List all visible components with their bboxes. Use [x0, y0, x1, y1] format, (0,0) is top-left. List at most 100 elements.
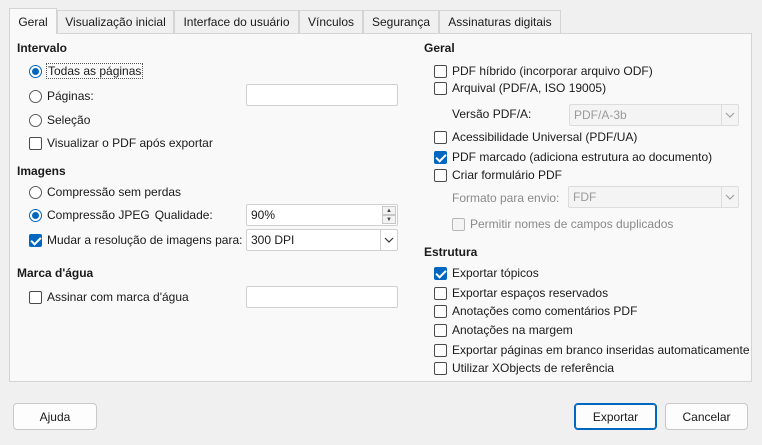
qualidade-label: Qualidade:: [154, 208, 213, 222]
formato-envio-text: Formato para envio:: [452, 191, 560, 205]
checkbox-label: Utilizar XObjects de referência: [452, 361, 615, 375]
formato-envio-label: Formato para envio:: [452, 189, 559, 207]
chevron-down-icon[interactable]: [721, 187, 738, 207]
radio-control[interactable]: [29, 208, 42, 222]
radio-control[interactable]: [29, 185, 42, 199]
intervalo-heading: Intervalo: [17, 41, 68, 55]
checkbox-control[interactable]: [434, 304, 447, 318]
tab-vinculos[interactable]: Vínculos: [299, 10, 363, 33]
radio-control[interactable]: [29, 89, 42, 103]
checkbox-label: Anotações como comentários PDF: [452, 304, 638, 318]
checkbox-label: PDF marcado (adiciona estrutura ao docum…: [452, 150, 713, 164]
checkbox-label: Exportar páginas em branco inseridas aut…: [452, 343, 750, 357]
versao-pdfa-label: Versão PDF/A:: [452, 105, 531, 123]
checkbox-control[interactable]: [434, 266, 447, 280]
marca-dagua-input[interactable]: [246, 286, 398, 308]
checkbox-label: Arquival (PDF/A, ISO 19005): [452, 81, 607, 95]
radio-selecao[interactable]: Seleção: [29, 111, 90, 129]
checkbox-label: Visualizar o PDF após exportar: [47, 136, 213, 150]
radio-control[interactable]: [29, 64, 42, 78]
tab-interface-usuario[interactable]: Interface do usuário: [174, 10, 299, 33]
checkbox-pdf-marcado[interactable]: PDF marcado (adiciona estrutura ao docum…: [434, 148, 712, 166]
checkbox-control[interactable]: [434, 361, 447, 375]
estrutura-heading: Estrutura: [424, 245, 478, 259]
checkbox-label: PDF híbrido (incorporar arquivo ODF): [452, 64, 653, 78]
chevron-down-icon[interactable]: [721, 105, 738, 125]
formato-envio-value: FDF: [573, 190, 597, 204]
radio-todas-paginas[interactable]: Todas as páginas: [29, 62, 144, 80]
tab-label: Segurança: [371, 15, 431, 29]
checkbox-arquival[interactable]: Arquival (PDF/A, ISO 19005): [434, 79, 606, 97]
spin-up-icon[interactable]: ▲: [382, 206, 396, 215]
spin-buttons: ▲ ▼: [382, 206, 396, 224]
checkbox-label: Acessibilidade Universal (PDF/UA): [452, 130, 638, 144]
formato-envio-combobox[interactable]: FDF: [568, 186, 739, 208]
paginas-input[interactable]: [246, 84, 398, 106]
checkbox-label: Mudar a resolução de imagens para:: [47, 233, 243, 247]
button-label: Ajuda: [39, 409, 71, 424]
checkbox-pdf-hibrido[interactable]: PDF híbrido (incorporar arquivo ODF): [434, 62, 653, 80]
radio-label: Todas as páginas: [45, 63, 144, 79]
checkbox-anotacoes-margem[interactable]: Anotações na margem: [434, 321, 573, 339]
checkbox-control[interactable]: [434, 168, 447, 182]
radio-compressao-sem-perdas[interactable]: Compressão sem perdas: [29, 183, 181, 201]
checkbox-espacos-reservados[interactable]: Exportar espaços reservados: [434, 284, 608, 302]
versao-pdfa-value: PDF/A-3b: [574, 108, 627, 122]
checkbox-visualizar-pdf[interactable]: Visualizar o PDF após exportar: [29, 134, 213, 152]
checkbox-criar-formulario[interactable]: Criar formulário PDF: [434, 166, 562, 184]
checkbox-label: Anotações na margem: [452, 323, 573, 337]
cancelar-button[interactable]: Cancelar: [665, 403, 748, 430]
checkbox-control[interactable]: [452, 217, 465, 231]
checkbox-assinar-marca[interactable]: Assinar com marca d'água: [29, 288, 189, 306]
exportar-button[interactable]: Exportar: [574, 403, 657, 430]
checkbox-control[interactable]: [434, 130, 447, 144]
qualidade-value: 90%: [251, 208, 276, 222]
button-label: Exportar: [592, 409, 639, 424]
checkbox-control[interactable]: [29, 233, 42, 247]
checkbox-paginas-branco[interactable]: Exportar páginas em branco inseridas aut…: [434, 341, 750, 359]
checkbox-nomes-duplicados[interactable]: Permitir nomes de campos duplicados: [452, 215, 673, 233]
tab-assinaturas-digitais[interactable]: Assinaturas digitais: [439, 10, 561, 33]
qualidade-spinbox[interactable]: 90% ▲ ▼: [246, 204, 398, 226]
checkbox-control[interactable]: [29, 290, 42, 304]
radio-paginas[interactable]: Páginas:: [29, 87, 94, 105]
checkbox-control[interactable]: [434, 343, 447, 357]
checkbox-label: Criar formulário PDF: [452, 168, 563, 182]
checkbox-control[interactable]: [29, 136, 42, 150]
tab-seguranca[interactable]: Segurança: [363, 10, 439, 33]
radio-control[interactable]: [29, 113, 42, 127]
tab-label: Interface do usuário: [183, 15, 290, 29]
button-label: Cancelar: [682, 409, 731, 424]
checkbox-label: Permitir nomes de campos duplicados: [470, 217, 674, 231]
checkbox-control[interactable]: [434, 286, 447, 300]
radio-compressao-jpeg[interactable]: Compressão JPEG Qualidade:: [29, 206, 213, 224]
radio-label: Compressão JPEG: [47, 208, 150, 222]
ajuda-button[interactable]: Ajuda: [13, 403, 97, 430]
checkbox-label: Exportar espaços reservados: [452, 286, 609, 300]
checkbox-control[interactable]: [434, 81, 447, 95]
tab-label: Visualização inicial: [65, 15, 166, 29]
checkbox-exportar-topicos[interactable]: Exportar tópicos: [434, 264, 539, 282]
checkbox-mudar-resolucao[interactable]: Mudar a resolução de imagens para:: [29, 231, 242, 249]
checkbox-acessibilidade[interactable]: Acessibilidade Universal (PDF/UA): [434, 128, 637, 146]
checkbox-control[interactable]: [434, 64, 447, 78]
tab-label: Assinaturas digitais: [448, 15, 552, 29]
checkbox-anotacoes-comentarios[interactable]: Anotações como comentários PDF: [434, 302, 637, 320]
radio-label: Seleção: [47, 113, 91, 127]
tab-label: Geral: [18, 14, 48, 29]
checkbox-xobjects[interactable]: Utilizar XObjects de referência: [434, 359, 614, 377]
spin-down-icon[interactable]: ▼: [382, 215, 396, 224]
radio-label: Compressão sem perdas: [47, 185, 182, 199]
chevron-down-icon[interactable]: [380, 230, 397, 250]
marca-dagua-heading: Marca d'água: [17, 266, 94, 280]
checkbox-control[interactable]: [434, 323, 447, 337]
imagens-heading: Imagens: [17, 164, 66, 178]
tab-geral[interactable]: Geral: [9, 8, 57, 34]
tab-label: Vínculos: [307, 15, 355, 29]
checkbox-label: Assinar com marca d'água: [47, 290, 189, 304]
tab-visualizacao-inicial[interactable]: Visualização inicial: [57, 10, 174, 33]
checkbox-label: Exportar tópicos: [452, 266, 539, 280]
versao-pdfa-combobox[interactable]: PDF/A-3b: [569, 104, 739, 126]
resolucao-combobox[interactable]: 300 DPI: [246, 229, 398, 251]
checkbox-control[interactable]: [434, 150, 447, 164]
